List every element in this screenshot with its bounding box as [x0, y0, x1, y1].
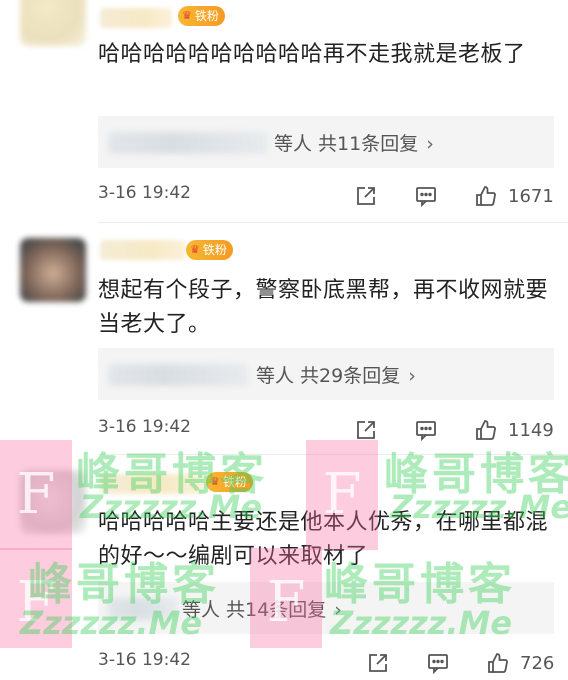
- reply-count: 等人 共29条回复: [256, 365, 401, 387]
- fan-badge: ♛ 铁粉: [206, 472, 253, 492]
- share-button[interactable]: [354, 183, 378, 209]
- replier-names: [108, 598, 178, 620]
- share-icon: [357, 421, 375, 439]
- share-button[interactable]: [354, 417, 378, 443]
- divider: [98, 222, 568, 223]
- reply-count: 等人 共14条回复: [182, 599, 327, 621]
- comment-text: 哈哈哈哈哈哈哈哈哈哈再不走我就是老板了: [98, 42, 526, 67]
- timestamp: 3-16 19:42: [98, 183, 191, 203]
- chevron-right-icon: ›: [408, 365, 416, 387]
- comment-meta: 3-16 19:42 726: [98, 650, 554, 676]
- thumbs-up-icon: [488, 653, 508, 673]
- comment-button[interactable]: [414, 183, 438, 209]
- divider: [98, 454, 568, 455]
- comment-item: ♛ 铁粉 想起有个段子，警察卧底黑帮，再不收网就要当老大了。 等人 共29条回复…: [0, 230, 568, 452]
- crown-icon: ♛: [210, 475, 220, 488]
- like-button[interactable]: 1149: [474, 417, 554, 443]
- comment-button[interactable]: [414, 417, 438, 443]
- timestamp: 3-16 19:42: [98, 650, 191, 670]
- thumbs-up-icon: [476, 420, 496, 440]
- share-icon: [357, 187, 375, 205]
- like-count: 1149: [508, 419, 554, 441]
- chevron-right-icon: ›: [426, 133, 434, 155]
- comment-icon: [416, 187, 436, 208]
- like-button[interactable]: 1671: [474, 183, 554, 209]
- avatar[interactable]: [20, 0, 86, 46]
- fan-badge: ♛ 铁粉: [186, 240, 233, 260]
- avatar[interactable]: [20, 238, 86, 302]
- like-count: 1671: [508, 185, 554, 207]
- replier-names: [108, 364, 248, 386]
- chevron-right-icon: ›: [334, 599, 342, 621]
- comment-text: 想起有个段子，警察卧底黑帮，再不收网就要当老大了。: [98, 278, 549, 337]
- fan-badge: ♛ 铁粉: [178, 6, 225, 26]
- username[interactable]: [100, 474, 204, 494]
- reply-count: 等人 共11条回复: [274, 133, 419, 155]
- comment-button[interactable]: [426, 650, 450, 676]
- username[interactable]: [100, 8, 172, 28]
- reply-summary[interactable]: 等人 共29条回复 ›: [98, 348, 554, 400]
- share-button[interactable]: [366, 650, 390, 676]
- comment-meta: 3-16 19:42 1149: [98, 417, 554, 443]
- comment-item: ♛ 铁粉 哈哈哈哈哈主要还是他本人优秀，在哪里都混的好～～编剧可以来取材了 等人…: [0, 462, 568, 680]
- reply-summary[interactable]: 等人 共11条回复 ›: [98, 116, 554, 168]
- comment-icon: [428, 654, 448, 675]
- crown-icon: ♛: [182, 9, 192, 22]
- comment-icon: [416, 421, 436, 442]
- replier-names: [108, 132, 268, 154]
- avatar[interactable]: [20, 470, 86, 534]
- like-count: 726: [520, 652, 555, 674]
- username[interactable]: [100, 240, 186, 260]
- reply-summary[interactable]: 等人 共14条回复 ›: [98, 582, 554, 634]
- comment-item: ♛ 铁粉 哈哈哈哈哈哈哈哈哈哈再不走我就是老板了 等人 共11条回复 › 3-16…: [0, 0, 568, 222]
- like-button[interactable]: 726: [486, 650, 554, 676]
- crown-icon: ♛: [190, 243, 200, 256]
- timestamp: 3-16 19:42: [98, 417, 191, 437]
- comment-text: 哈哈哈哈哈主要还是他本人优秀，在哪里都混的好～～编剧可以来取材了: [98, 510, 549, 569]
- share-icon: [369, 654, 387, 672]
- thumbs-up-icon: [476, 186, 496, 206]
- comment-meta: 3-16 19:42 1671: [98, 183, 554, 209]
